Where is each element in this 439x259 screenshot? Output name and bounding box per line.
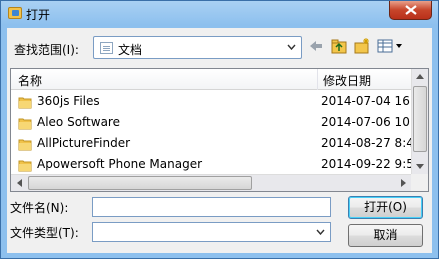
scroll-down-icon[interactable] (416, 164, 424, 169)
list-item[interactable]: AllPictureFinder 2014-08-27 8:40 (11, 134, 412, 154)
item-name: Aleo Software (37, 115, 120, 129)
close-button[interactable] (389, 1, 432, 20)
dialog-client: 查找范围(I): 文档 名称 修改日期 360js Files 2014-07-… (7, 28, 432, 253)
file-list[interactable]: 名称 修改日期 360js Files 2014-07-04 16:3 Aleo… (10, 68, 429, 192)
scroll-right-icon[interactable] (401, 179, 406, 187)
chevron-down-icon (316, 229, 325, 235)
back-arrow-icon[interactable] (309, 39, 323, 53)
item-name: 360js Files (37, 94, 100, 108)
documents-icon (100, 42, 113, 54)
file-name-label: 文件名(N): (10, 201, 69, 215)
list-rows: 360js Files 2014-07-04 16:3 Aleo Softwar… (11, 92, 412, 176)
look-in-combo[interactable]: 文档 (93, 36, 302, 59)
folder-icon (18, 97, 32, 109)
item-date: 2014-09-22 9:52 (321, 157, 412, 171)
item-date: 2014-07-06 10:4 (321, 115, 412, 129)
item-date: 2014-08-27 8:40 (321, 136, 412, 150)
column-header-date[interactable]: 修改日期 (323, 72, 371, 89)
list-header: 名称 修改日期 (11, 69, 412, 90)
title-bar[interactable]: 打开 (1, 1, 438, 27)
list-item[interactable]: Aleo Software 2014-07-06 10:4 (11, 113, 412, 133)
app-icon (8, 7, 22, 19)
column-header-name[interactable]: 名称 (18, 72, 42, 89)
window-title: 打开 (26, 8, 51, 22)
scroll-corner (411, 174, 428, 191)
look-in-label: 查找范围(I): (14, 43, 79, 57)
view-menu-icon[interactable] (377, 39, 403, 53)
look-in-value: 文档 (118, 43, 143, 57)
file-type-select[interactable] (92, 222, 331, 242)
close-icon (405, 5, 417, 15)
cancel-button[interactable]: 取消 (348, 224, 423, 247)
list-item[interactable]: Apowersoft Phone Manager 2014-09-22 9:52 (11, 155, 412, 175)
up-folder-icon[interactable] (331, 39, 347, 54)
folder-icon (18, 160, 32, 172)
open-dialog: 打开 查找范围(I): 文档 名称 修改日期 360js Files 2014-… (0, 0, 439, 259)
scroll-left-icon[interactable] (17, 179, 22, 187)
file-name-input[interactable] (92, 197, 331, 217)
horizontal-scroll-thumb[interactable] (28, 176, 252, 190)
item-name: AllPictureFinder (37, 136, 131, 150)
new-folder-icon[interactable] (354, 37, 371, 54)
vertical-scroll-thumb[interactable] (413, 86, 427, 152)
scroll-up-icon[interactable] (416, 74, 424, 79)
item-name: Apowersoft Phone Manager (37, 157, 203, 171)
open-button[interactable]: 打开(O) (348, 196, 423, 219)
vertical-scrollbar[interactable] (411, 69, 428, 174)
list-item[interactable]: 360js Files 2014-07-04 16:3 (11, 92, 412, 112)
column-divider[interactable] (317, 69, 318, 90)
chevron-down-icon (287, 44, 296, 50)
folder-icon (18, 118, 32, 130)
horizontal-scrollbar[interactable] (11, 174, 412, 191)
folder-icon (18, 139, 32, 151)
file-type-label: 文件类型(T): (10, 226, 79, 240)
item-date: 2014-07-04 16:3 (321, 94, 412, 108)
